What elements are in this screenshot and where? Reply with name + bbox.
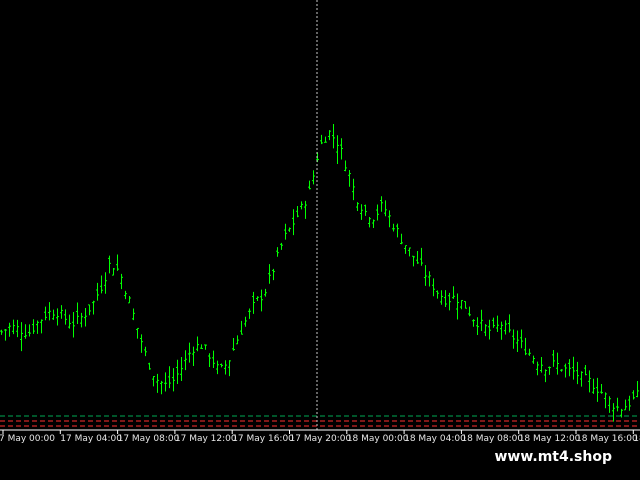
time-axis-label: 18 May 08:00 xyxy=(461,434,523,444)
price-chart[interactable]: 7 May 00:00 17 May 04:0017 May 08:0017 Ma… xyxy=(0,0,640,480)
time-axis-label: 18 May 00:00 xyxy=(347,434,409,444)
chart-window[interactable]: 7 May 00:00 17 May 04:00 17 May 08:00 17 Ma… xyxy=(0,0,640,480)
time-axis-label: 18 May 12:00 xyxy=(519,434,581,444)
time-axis-label: 17 May 12:00 xyxy=(175,434,237,444)
chart-background xyxy=(0,0,640,480)
time-axis-label: 18 May 20 xyxy=(633,434,640,444)
time-axis-label: 7 May 00:00 xyxy=(0,434,55,444)
time-axis-label: 17 May 04:00 xyxy=(60,434,122,444)
time-axis-label: 17 May 16:00 xyxy=(232,434,294,444)
time-axis-label: 17 May 08:00 xyxy=(118,434,180,444)
time-axis-label: 17 May 20:00 xyxy=(290,434,352,444)
time-axis-label: 18 May 04:00 xyxy=(404,434,466,444)
watermark: www.mt4.shop xyxy=(486,446,620,468)
time-axis-label: 18 May 16:00 xyxy=(576,434,638,444)
